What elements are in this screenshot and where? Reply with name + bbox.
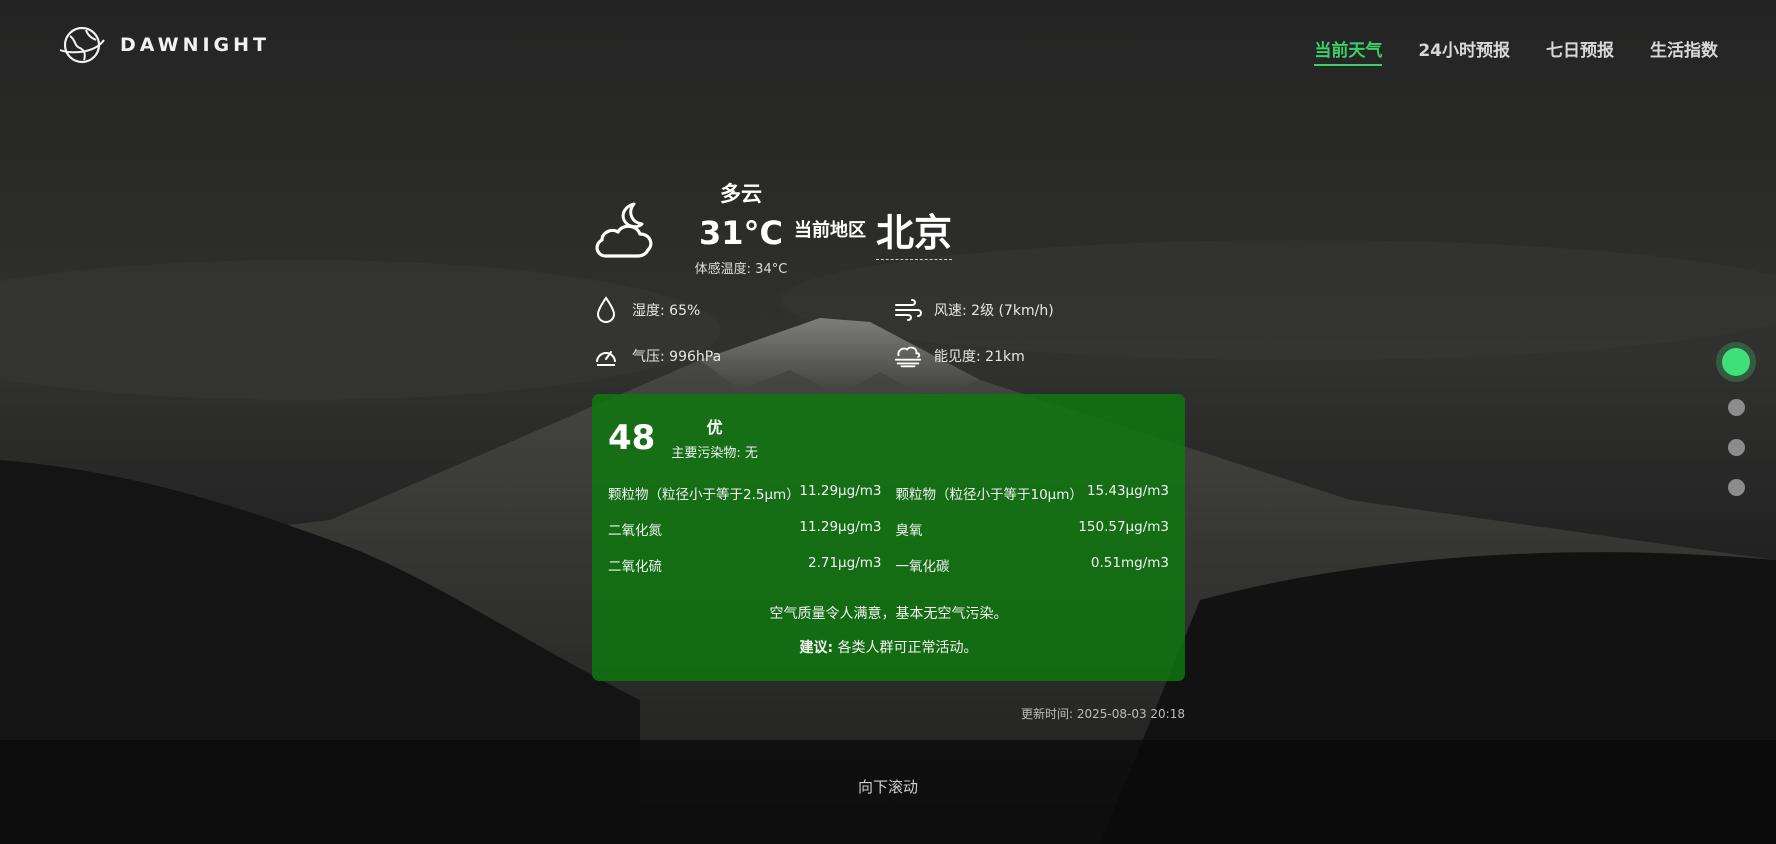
visibility-text: 能见度: 21km <box>934 349 1025 365</box>
weather-metrics: 湿度: 65% 风速: 2级 (7km/h) 气压: 996hPa 能见度: 2… <box>592 296 1185 368</box>
pollutant-value: 11.29μg/m3 <box>799 519 882 535</box>
feels-like: 体感温度: 34°C <box>694 262 788 277</box>
section-dot-1[interactable] <box>1722 348 1750 376</box>
section-pagination <box>1722 348 1750 496</box>
scroll-down-hint[interactable]: 向下滚动 <box>0 776 1776 797</box>
metric-pressure: 气压: 996hPa <box>592 344 894 368</box>
pollutant-name: 二氧化氮 <box>608 523 662 539</box>
pollutant-name: 颗粒物（粒径小于等于10μm） <box>895 487 1083 503</box>
nav-current-weather[interactable]: 当前天气 <box>1314 36 1383 66</box>
globe-logo-icon <box>59 26 105 64</box>
suggestion-text: 各类人群可正常活动。 <box>833 640 978 656</box>
current-summary: 多云 31°C 体感温度: 34°C 当前地区 北京 <box>592 178 1185 288</box>
aqi-summary: 48 优 主要污染物: 无 <box>608 414 1169 462</box>
logo[interactable]: DAWNIGHT <box>56 24 270 66</box>
section-dot-4[interactable] <box>1727 479 1745 496</box>
humidity-icon <box>592 296 620 324</box>
pollutant-list: 颗粒物（粒径小于等于2.5μm） 11.29μg/m3 颗粒物（粒径小于等于10… <box>608 483 1169 575</box>
nav-life-index[interactable]: 生活指数 <box>1650 36 1718 66</box>
visibility-icon <box>894 342 922 370</box>
section-dot-3[interactable] <box>1727 439 1745 456</box>
current-weather-panel: 多云 31°C 体感温度: 34°C 当前地区 北京 湿度: 65% 风速: 2… <box>592 178 1185 722</box>
wind-text: 风速: 2级 (7km/h) <box>934 303 1054 319</box>
wind-icon <box>894 296 922 324</box>
region-label: 当前地区 <box>794 220 866 241</box>
pollutant-row: 颗粒物（粒径小于等于2.5μm） 11.29μg/m3 <box>608 483 882 503</box>
aqi-suggestion: 建议: 各类人群可正常活动。 <box>608 637 1169 657</box>
pollutant-value: 11.29μg/m3 <box>799 483 882 499</box>
pollutant-row: 颗粒物（粒径小于等于10μm） 15.43μg/m3 <box>896 483 1170 503</box>
metric-visibility: 能见度: 21km <box>894 344 1184 368</box>
temperature: 31°C <box>698 214 783 252</box>
metric-humidity: 湿度: 65% <box>592 296 894 324</box>
pollutant-row: 臭氧 150.57μg/m3 <box>896 519 1170 539</box>
pollutant-value: 15.43μg/m3 <box>1086 483 1169 499</box>
pollutant-name: 臭氧 <box>895 523 923 539</box>
pollutant-row: 一氧化碳 0.51mg/m3 <box>896 555 1170 575</box>
pollutant-name: 一氧化碳 <box>895 559 950 575</box>
aqi-level: 优 主要污染物: 无 <box>671 414 758 461</box>
aqi-grade: 优 <box>706 418 723 437</box>
suggestion-label: 建议: <box>799 640 834 656</box>
update-time: 更新时间: 2025-08-03 20:18 <box>1021 707 1185 721</box>
nav-7day-forecast[interactable]: 七日预报 <box>1546 36 1614 66</box>
primary-pollutant: 主要污染物: 无 <box>671 446 758 461</box>
pollutant-value: 0.51mg/m3 <box>1090 555 1169 571</box>
aqi-value: 48 <box>608 417 656 458</box>
metric-wind: 风速: 2级 (7km/h) <box>894 298 1184 322</box>
pressure-text: 气压: 996hPa <box>632 349 722 365</box>
pollutant-row: 二氧化硫 2.71μg/m3 <box>608 555 882 575</box>
nav-24h-forecast[interactable]: 24小时预报 <box>1418 36 1510 66</box>
weather-condition: 多云 <box>720 182 762 206</box>
pollutant-row: 二氧化氮 11.29μg/m3 <box>608 519 882 539</box>
pollutant-name: 颗粒物（粒径小于等于2.5μm） <box>608 487 800 503</box>
city-selector[interactable]: 北京 <box>876 202 953 260</box>
pollutant-value: 2.71μg/m3 <box>807 555 882 571</box>
condition-block: 多云 31°C 体感温度: 34°C <box>674 178 808 277</box>
pollutant-value: 150.57μg/m3 <box>1078 519 1169 535</box>
pollutant-name: 二氧化硫 <box>608 559 662 575</box>
humidity-text: 湿度: 65% <box>632 303 701 319</box>
logo-text: DAWNIGHT <box>120 34 271 56</box>
air-quality-card: 48 优 主要污染物: 无 颗粒物（粒径小于等于2.5μm） 11.29μg/m… <box>592 394 1185 681</box>
section-dot-2[interactable] <box>1727 399 1745 416</box>
aqi-description: 空气质量令人满意，基本无空气污染。 <box>769 606 1008 622</box>
pressure-icon <box>592 342 620 370</box>
main-nav: 当前天气 24小时预报 七日预报 生活指数 <box>1314 36 1718 66</box>
cloudy-night-icon <box>595 202 653 258</box>
